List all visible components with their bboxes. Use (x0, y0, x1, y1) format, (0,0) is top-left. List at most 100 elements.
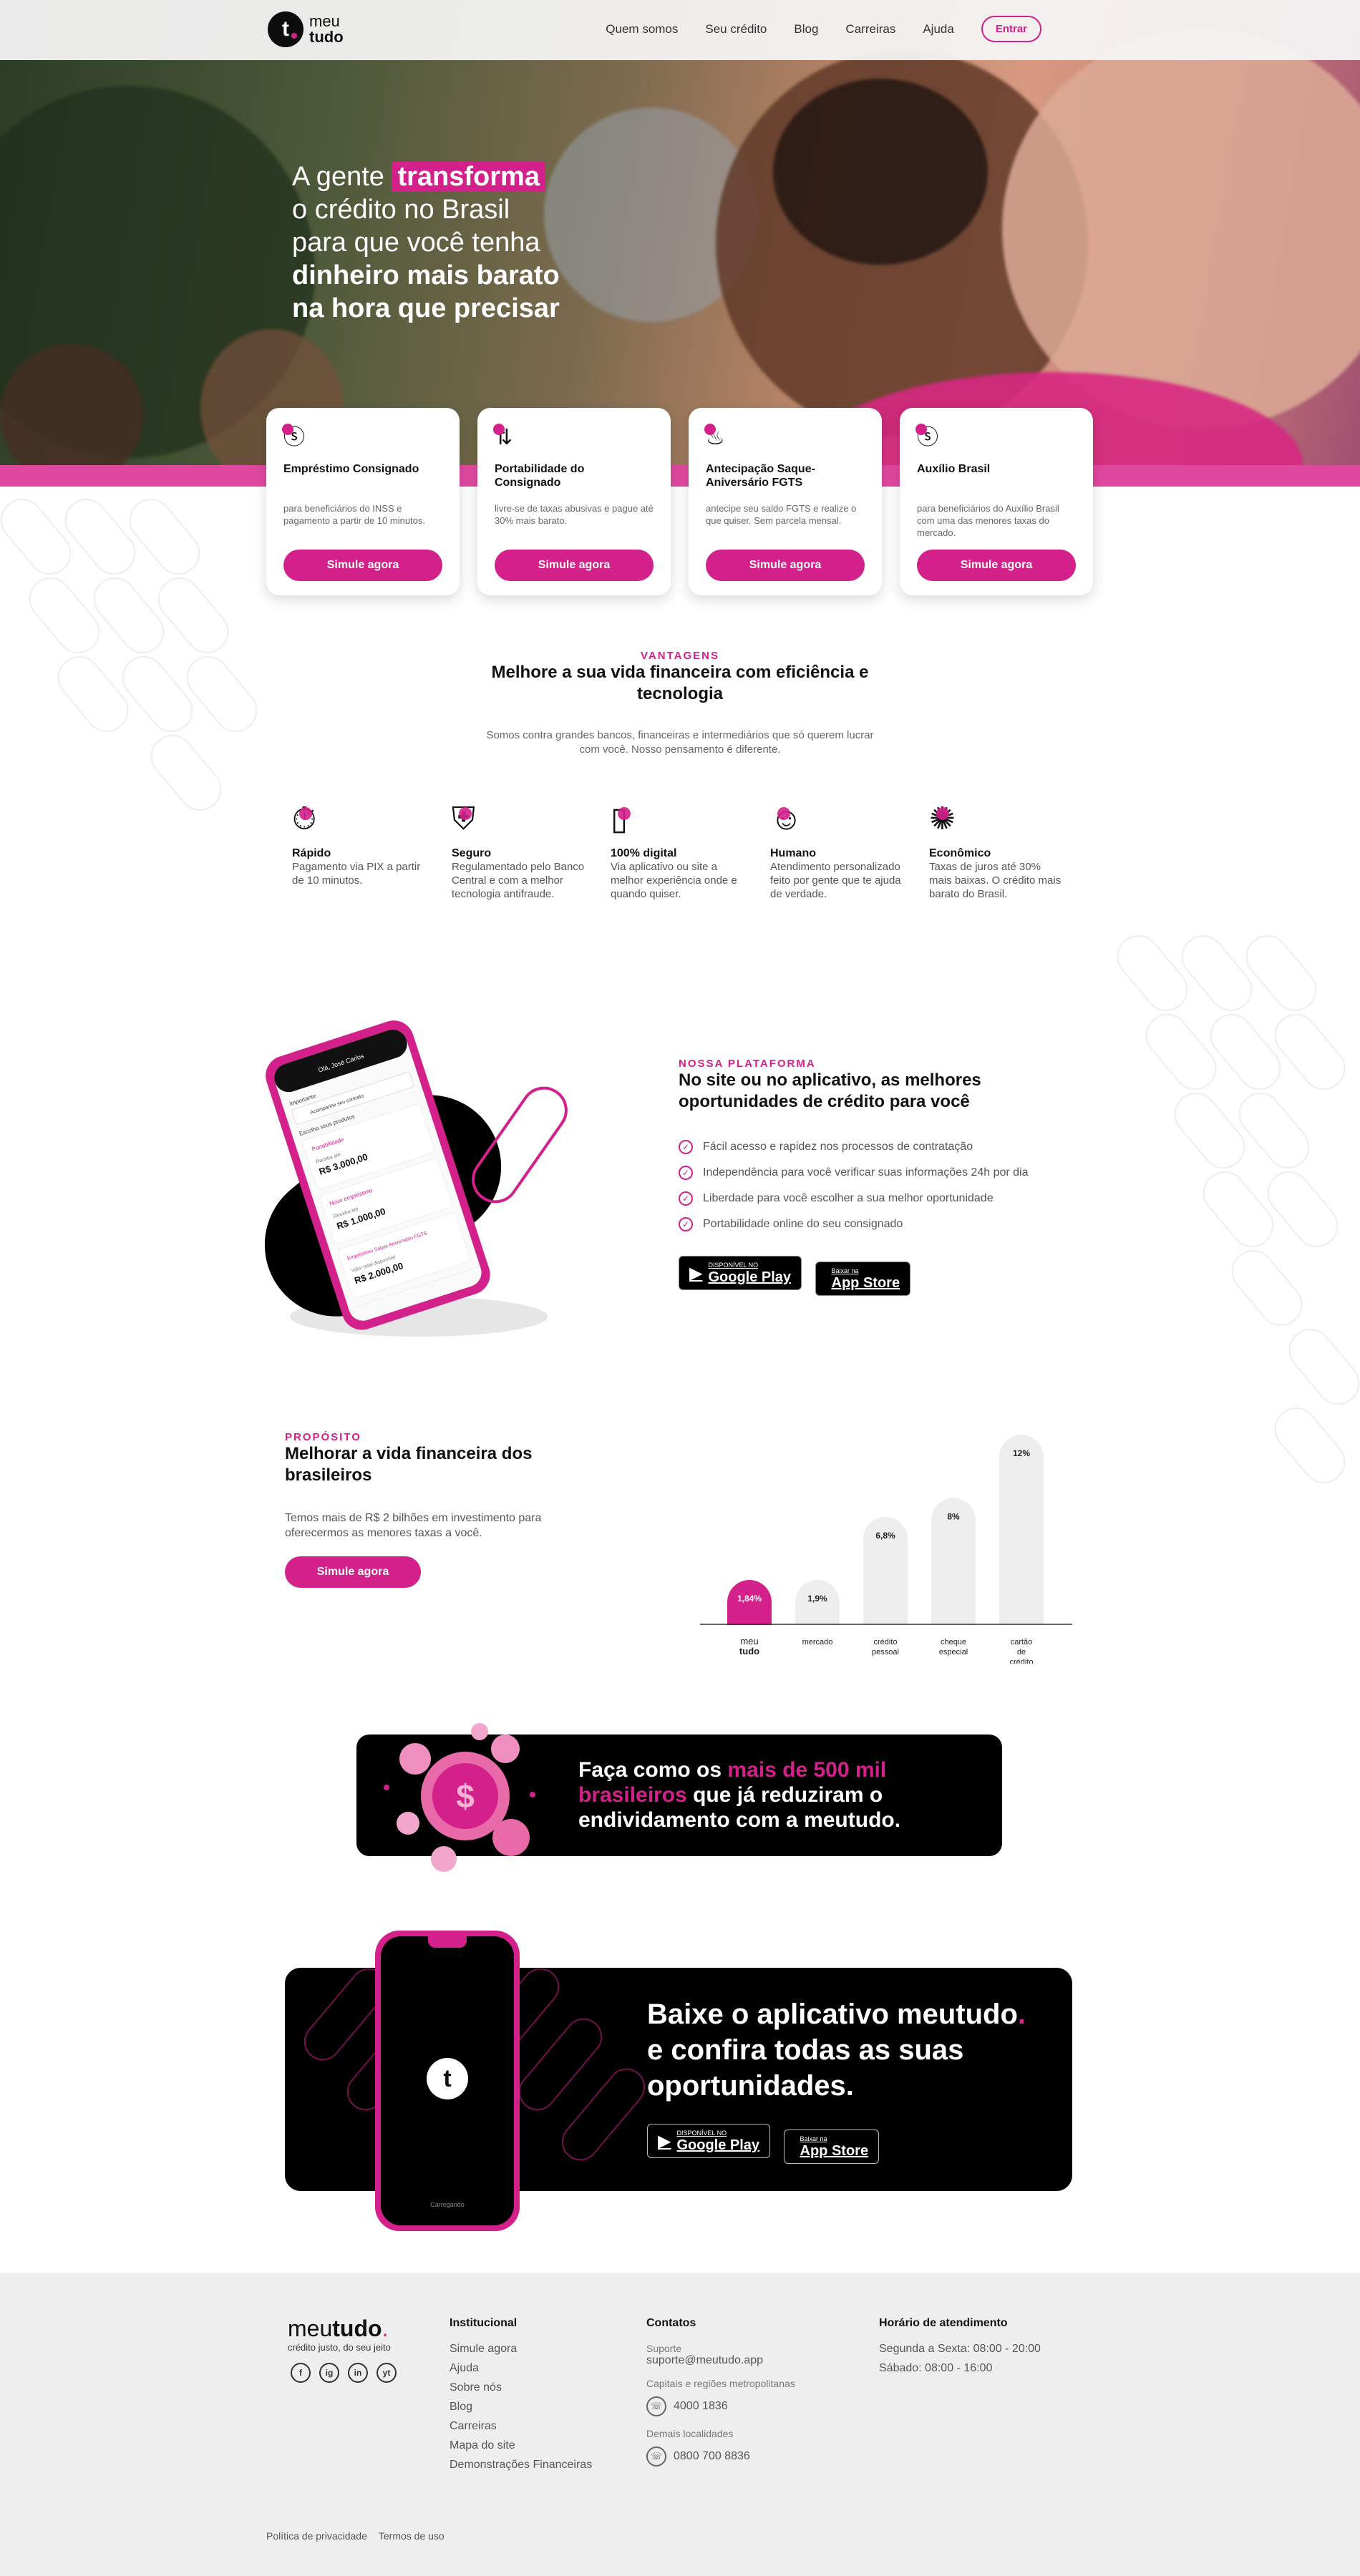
footer-link[interactable]: Sobre nós (450, 2381, 592, 2401)
app-store-buttons: ▶ DISPONÍVEL NO Google Play Baixar na App … (647, 2124, 889, 2164)
vantagens-subtitle: Somos contra grandes bancos, financeiras… (486, 729, 874, 756)
feature-title: Econômico (929, 847, 991, 859)
app-title: Baixe o aplicativo meutudo. e confira to… (647, 1996, 1048, 2104)
check-item: ✓ Independência para você verificar suas … (679, 1160, 1079, 1186)
nav-item-ajuda[interactable]: Ajuda (923, 22, 953, 36)
chart-category-label: pessoal (872, 1648, 899, 1657)
support-label: Suporte (646, 2343, 682, 2354)
hero-highlight: transforma (392, 162, 545, 192)
footer-col-institucional: Institucional Simule agora Ajuda Sobre n… (450, 2317, 592, 2478)
simulate-button[interactable]: Simule agora (495, 550, 654, 581)
site-header: t meu tudo Quem somos Seu crédito Blog C… (0, 0, 1360, 60)
feature-desc: Via aplicativo ou site a melhor experiên… (611, 861, 737, 900)
chart-data-label: 1,84% (737, 1594, 762, 1604)
footer-link[interactable]: Mapa do site (450, 2439, 592, 2459)
chart-category-label: crédito (1009, 1658, 1033, 1664)
chart-category-label: cartão (1011, 1638, 1033, 1646)
app-phone-mockup: t Carregando (375, 1931, 520, 2231)
privacy-policy-link[interactable]: Política de privacidade (266, 2530, 367, 2542)
google-play-button[interactable]: ▶ DISPONÍVEL NO Google Play (679, 1256, 802, 1290)
stopwatch-icon: ⏱ (292, 801, 428, 840)
footer-link[interactable]: Simule agora (450, 2343, 592, 2362)
check-icon: ✓ (679, 1217, 693, 1231)
app-store-button[interactable]: Baixar na App Store (783, 2129, 880, 2164)
chart-category-label: crédito (873, 1638, 897, 1646)
facebook-icon[interactable]: f (291, 2363, 311, 2383)
product-desc: antecipe seu saldo FGTS e realize o que … (706, 503, 857, 526)
nav-item-seu-credito[interactable]: Seu crédito (705, 22, 767, 36)
app-store-small: Baixar na (831, 1267, 859, 1274)
simulate-button[interactable]: Simule agora (706, 550, 865, 581)
product-title: Portabilidade do Consignado (495, 463, 585, 489)
feature-seguro: ⛨ Seguro Regulamentado pelo Banco Centra… (452, 801, 588, 901)
phone-icon: ☏ (646, 2446, 666, 2467)
header-logo[interactable]: t meu tudo (268, 9, 344, 50)
product-card-fgts: ♨ Antecipação Saque-Aniversário FGTS ant… (689, 408, 882, 595)
linkedin-icon[interactable]: in (348, 2363, 368, 2383)
footer-link[interactable]: Ajuda (450, 2362, 592, 2381)
check-text: Fácil acesso e rapidez nos processos de … (703, 1141, 973, 1153)
footer-link[interactable]: Demonstrações Financeiras (450, 2459, 592, 2478)
footer-logo[interactable]: meutudo. (288, 2316, 388, 2342)
feature-digital: ▯ 100% digital Via aplicativo ou site a … (611, 801, 747, 901)
login-button[interactable]: Entrar (981, 16, 1041, 42)
demais-phone-number: 0800 700 8836 (674, 2450, 750, 2462)
footer-col-contatos: Contatos Suporte suporte@meutudo.app Cap… (646, 2317, 795, 2468)
footer-link[interactable]: Carreiras (450, 2420, 592, 2439)
hero-line-5: na hora que precisar (292, 293, 560, 323)
google-play-small: DISPONÍVEL NO (708, 1262, 759, 1269)
purpose-title: Melhorar a vida financeira dos brasileir… (285, 1444, 533, 1485)
app-phone-screen: t Carregando (381, 1936, 514, 2225)
demais-phone[interactable]: ☏ 0800 700 8836 (646, 2445, 795, 2468)
logo-bottom-text: tudo (309, 28, 344, 46)
footer-col-title: Horário de atendimento (879, 2317, 1008, 2329)
feature-desc: Taxas de juros até 30% mais baixas. O cr… (929, 861, 1062, 900)
app-store-label: App Store (831, 1274, 900, 1291)
footer-col-title: Institucional (450, 2317, 518, 2329)
nav-item-carreiras[interactable]: Carreiras (845, 22, 895, 36)
capitais-phone[interactable]: ☏ 4000 1836 (646, 2395, 795, 2418)
transfer-icon: ⇅ (493, 424, 523, 452)
youtube-icon[interactable]: yt (377, 2363, 397, 2383)
platform-title: No site ou no aplicativo, as melhores op… (679, 1070, 981, 1111)
main-nav: Quem somos Seu crédito Blog Carreiras Aj… (606, 16, 1041, 42)
phone-icon: ☏ (646, 2396, 666, 2416)
nav-item-blog[interactable]: Blog (794, 22, 818, 36)
app-title-2: e confira todas as suas oportunidades. (647, 2034, 964, 2102)
chart-category-label: cheque (941, 1638, 966, 1646)
purpose-simulate-button[interactable]: Simule agora (285, 1556, 421, 1588)
google-play-label: Google Play (676, 2137, 760, 2153)
banner-text: Faça como os mais de 500 mil brasileiros… (578, 1757, 979, 1833)
footer-link[interactable]: Blog (450, 2401, 592, 2420)
shield-lock-icon: ⛨ (452, 801, 588, 840)
hero-line-4: dinheiro mais barato (292, 260, 560, 291)
simulate-button[interactable]: Simule agora (917, 550, 1076, 581)
purpose-section: PROPÓSITO Melhorar a vida financeira dos… (285, 1431, 586, 1588)
app-store-small: Baixar na (800, 2135, 827, 2142)
app-store-button[interactable]: Baixar na App Store (815, 1261, 911, 1296)
simulate-button[interactable]: Simule agora (283, 550, 442, 581)
hero-pink-band (0, 465, 1360, 487)
google-play-button[interactable]: ▶ DISPONÍVEL NO Google Play (647, 2124, 771, 2158)
hero-title: A gente transforma o crédito no Brasil p… (292, 160, 621, 325)
product-card-auxilio: ⓢ Auxílio Brasil para beneficiários do A… (900, 408, 1093, 595)
terms-link[interactable]: Termos de uso (379, 2530, 445, 2542)
app-loading-text: Carregando (430, 2201, 465, 2208)
platform-text: NOSSA PLATAFORMA No site ou no aplicativ… (679, 1058, 1079, 1296)
chart-category-label: de (1017, 1648, 1026, 1657)
chart-category-label: especial (939, 1648, 968, 1657)
hero-line-2: o crédito no Brasil (292, 195, 510, 225)
hero-section (0, 0, 1360, 487)
percent-badge-icon: ✺ (929, 801, 1065, 840)
check-icon: ✓ (679, 1140, 693, 1154)
hair-shape (773, 79, 988, 265)
support-email-link[interactable]: suporte@meutudo.app (646, 2354, 795, 2373)
nav-item-quem-somos[interactable]: Quem somos (606, 22, 678, 36)
svg-text:$: $ (456, 1777, 475, 1815)
feature-title: Rápido (292, 847, 331, 859)
smiley-icon: ☺ (770, 801, 906, 840)
smartphone-icon: ▯ (611, 801, 747, 840)
instagram-icon[interactable]: ig (319, 2363, 339, 2383)
feature-desc: Pagamento via PIX a partir de 10 minutos… (292, 861, 421, 887)
feature-title: Humano (770, 847, 816, 859)
